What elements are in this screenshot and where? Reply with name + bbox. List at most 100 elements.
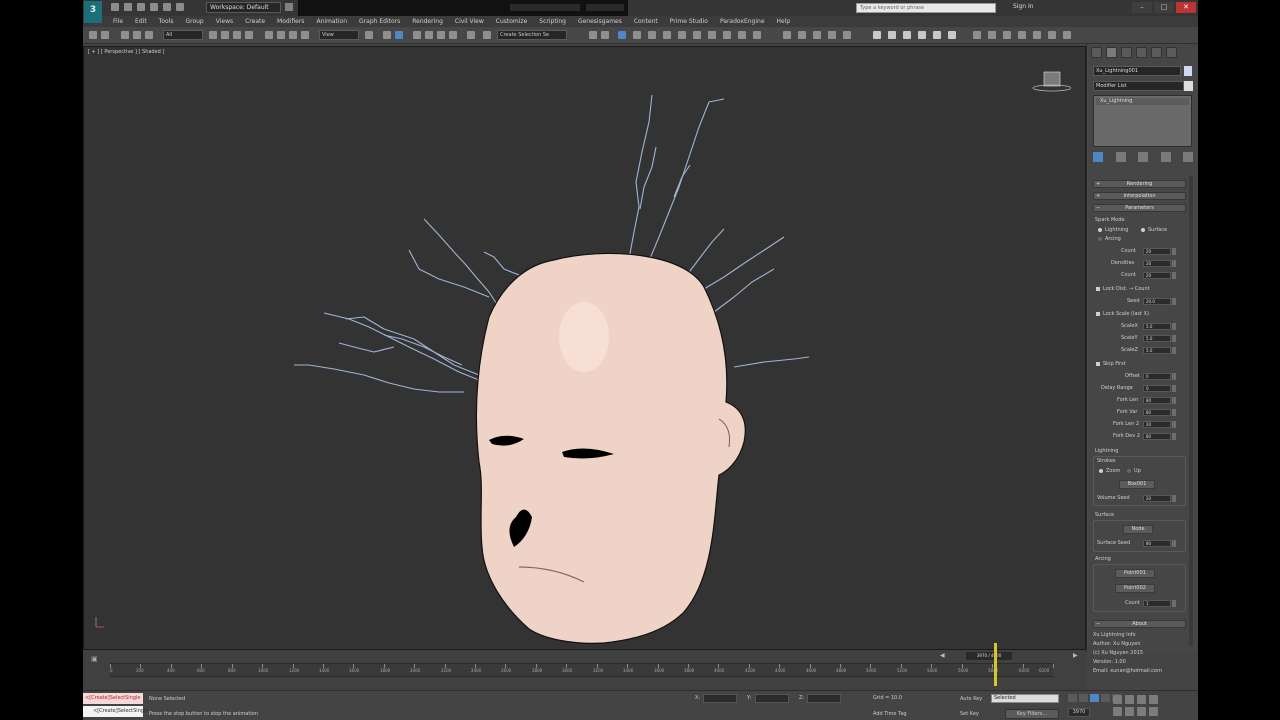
arcing-count-spinner[interactable]: 1: [1143, 600, 1177, 607]
track-bar[interactable]: 0 200 400 600 800 1000 1200 1400 1600 1800 2000 220…: [110, 663, 1054, 677]
select-by-name-icon[interactable]: [221, 31, 229, 39]
configure-modifier-sets-icon[interactable]: [1183, 152, 1193, 162]
zoom-extents-icon[interactable]: [1137, 695, 1146, 704]
show-end-result-icon[interactable]: [1115, 152, 1126, 162]
lock-dist-checkbox[interactable]: [1096, 287, 1100, 291]
render-setup-icon[interactable]: [708, 31, 716, 39]
extra-tool-3-icon[interactable]: [813, 31, 821, 39]
field-of-view-icon[interactable]: [1113, 707, 1122, 716]
menu-item-graph-editors[interactable]: Graph Editors: [359, 18, 400, 25]
light-tool-4-icon[interactable]: [918, 31, 926, 39]
volume-seed-spinner[interactable]: 20: [1143, 495, 1177, 502]
toggle-layer-explorer-icon[interactable]: [633, 31, 641, 39]
plugin-tool-1-icon[interactable]: [973, 31, 981, 39]
undo-icon[interactable]: [150, 3, 158, 11]
y-coord-field[interactable]: [755, 694, 789, 703]
z-coord-field[interactable]: [807, 694, 841, 703]
scaley-spinner[interactable]: 5.0: [1143, 335, 1177, 342]
perspective-viewport[interactable]: [ + ] [ Perspective ] [ Shaded ]: [83, 46, 1086, 650]
menu-item-modifiers[interactable]: Modifiers: [277, 18, 304, 25]
new-file-icon[interactable]: [111, 3, 119, 11]
scale-icon[interactable]: [289, 31, 297, 39]
modify-tab-icon[interactable]: [1106, 47, 1117, 58]
redo-icon[interactable]: [163, 3, 171, 11]
toggle-ribbon-icon[interactable]: [648, 31, 656, 39]
orbit-icon[interactable]: [1137, 707, 1146, 716]
menu-item-genesisgames[interactable]: Genesisgames: [578, 18, 622, 25]
reference-coordinate-dropdown[interactable]: View: [319, 30, 359, 40]
spinner-snap-icon[interactable]: [449, 31, 457, 39]
about-rollout[interactable]: − About: [1093, 620, 1186, 628]
up-radio[interactable]: [1127, 469, 1131, 473]
mirror-icon[interactable]: [589, 31, 597, 39]
delay-range-spinner[interactable]: 0: [1143, 385, 1177, 392]
utilities-tab-icon[interactable]: [1166, 47, 1177, 58]
menu-item-paradoxengine[interactable]: ParadoxEngine: [720, 18, 765, 25]
curve-editor-icon[interactable]: [663, 31, 671, 39]
menu-item-tools[interactable]: Tools: [159, 18, 174, 25]
render-production-icon[interactable]: [738, 31, 746, 39]
menu-item-customize[interactable]: Customize: [496, 18, 528, 25]
node-button[interactable]: Node: [1123, 525, 1153, 534]
extra-tool-5-icon[interactable]: [843, 31, 851, 39]
key-mode-dropdown[interactable]: Selected: [991, 694, 1059, 703]
interpolation-rollout[interactable]: + Interpolation: [1093, 192, 1186, 200]
light-tool-1-icon[interactable]: [873, 31, 881, 39]
menu-item-help[interactable]: Help: [777, 18, 791, 25]
densities-spinner[interactable]: 20: [1143, 260, 1177, 267]
command-panel-scrollbar[interactable]: [1189, 176, 1193, 646]
count-spinner[interactable]: 20: [1143, 248, 1177, 255]
close-button[interactable]: ✕: [1176, 2, 1196, 13]
track-bar-toggle-icon[interactable]: ▣: [91, 655, 101, 665]
fork-len-spinner[interactable]: 80: [1143, 397, 1177, 404]
auto-key-button[interactable]: Auto Key: [960, 696, 982, 702]
menu-item-create[interactable]: Create: [245, 18, 265, 25]
menu-item-prime-studio[interactable]: Prime Studio: [670, 18, 708, 25]
workspace-dropdown-arrow-icon[interactable]: [285, 3, 293, 11]
pivot-center-icon[interactable]: [365, 31, 373, 39]
set-key-button[interactable]: Set Key: [960, 711, 979, 717]
placement-icon[interactable]: [301, 31, 309, 39]
project-folder-icon[interactable]: [176, 3, 184, 11]
time-slider-frame[interactable]: 3970 / 4000: [966, 652, 1012, 660]
plugin-tool-7-icon[interactable]: [1063, 31, 1071, 39]
zoom-all-icon[interactable]: [1125, 695, 1134, 704]
rectangular-selection-icon[interactable]: [233, 31, 241, 39]
extra-tool-1-icon[interactable]: [783, 31, 791, 39]
rendering-rollout[interactable]: + Rendering: [1093, 180, 1186, 188]
parameters-rollout[interactable]: − Parameters: [1093, 204, 1186, 212]
angle-snap-icon[interactable]: [425, 31, 433, 39]
toggle-scene-explorer-icon[interactable]: [618, 31, 626, 39]
create-tab-icon[interactable]: [1091, 47, 1102, 58]
open-file-icon[interactable]: [124, 3, 132, 11]
menu-item-views[interactable]: Views: [216, 18, 233, 25]
skip-first-checkbox[interactable]: [1096, 362, 1100, 366]
minimize-button[interactable]: –: [1132, 2, 1152, 13]
offset-spinner[interactable]: 0: [1143, 373, 1177, 380]
snap-toggle-icon[interactable]: [413, 31, 421, 39]
zoom-extents-all-icon[interactable]: [1149, 695, 1158, 704]
make-unique-icon[interactable]: [1138, 152, 1148, 162]
schematic-view-icon[interactable]: [678, 31, 686, 39]
key-filters-button[interactable]: Key Filters...: [1005, 709, 1059, 719]
search-input[interactable]: Type a keyword or phrase: [856, 3, 996, 13]
surface-seed-spinner[interactable]: 80: [1143, 540, 1177, 547]
window-crossing-icon[interactable]: [245, 31, 253, 39]
plugin-tool-3-icon[interactable]: [1003, 31, 1011, 39]
fork-var-spinner[interactable]: 80: [1143, 409, 1177, 416]
hierarchy-tab-icon[interactable]: [1121, 47, 1132, 58]
light-tool-3-icon[interactable]: [903, 31, 911, 39]
pin-stack-icon[interactable]: [1093, 152, 1103, 162]
x-coord-field[interactable]: [703, 694, 737, 703]
workspace-dropdown[interactable]: Workspace: Default: [206, 2, 281, 13]
select-link-icon[interactable]: [121, 31, 129, 39]
prev-frame-arrow-icon[interactable]: ◀: [940, 652, 947, 660]
app-logo-icon[interactable]: 3: [84, 1, 102, 23]
menu-item-civil-view[interactable]: Civil View: [455, 18, 484, 25]
fork-dev2-spinner[interactable]: 80: [1143, 433, 1177, 440]
maxscript-listener-output[interactable]: <[Create]SelectSingle: [83, 693, 143, 704]
zoom-radio[interactable]: [1099, 469, 1103, 473]
modifier-stack-item[interactable]: Xu_Lightning: [1096, 98, 1189, 105]
menu-item-rendering[interactable]: Rendering: [412, 18, 443, 25]
arcing-radio[interactable]: [1098, 237, 1102, 241]
